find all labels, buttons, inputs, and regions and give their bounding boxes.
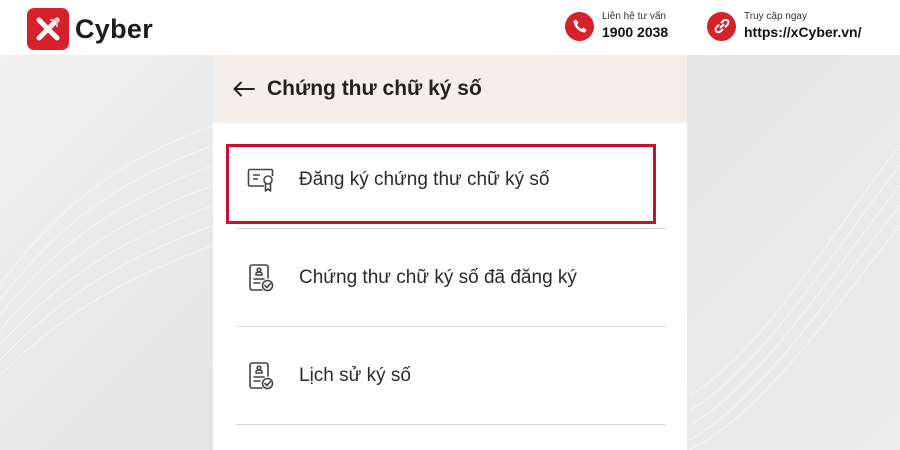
page-title: Chứng thư chữ ký số	[267, 77, 482, 100]
website-url: https://xCyber.vn/	[744, 24, 862, 40]
link-icon	[707, 11, 736, 41]
menu-item-registered-certificates[interactable]: Chứng thư chữ ký số đã đăng ký	[236, 229, 666, 327]
screen-header: Chứng thư chữ ký số	[213, 55, 687, 123]
website-label: Truy cập ngay	[744, 11, 807, 22]
logo-x-icon	[27, 8, 69, 50]
document-check-icon	[246, 361, 276, 391]
phone-screen: Chứng thư chữ ký số Đăng ký chứng thư ch…	[213, 55, 687, 450]
highlight-box	[226, 144, 656, 224]
brand-name: Cyber	[75, 13, 154, 44]
brand-logo[interactable]: Cyber	[27, 8, 153, 50]
divider	[236, 424, 666, 425]
phone-icon	[565, 11, 594, 41]
document-check-icon	[246, 263, 276, 293]
hotline-contact[interactable]: Liên hệ tư vấn 1900 2038	[565, 10, 668, 42]
hotline-number: 1900 2038	[602, 24, 669, 40]
website-contact[interactable]: Truy cập ngay https://xCyber.vn/	[707, 10, 861, 42]
hotline-label: Liên hệ tư vấn	[602, 11, 666, 22]
menu-item-signing-history[interactable]: Lịch sử ký số	[236, 327, 666, 425]
top-header: Cyber Liên hệ tư vấn 1900 2038 Truy cập …	[0, 0, 900, 55]
menu-item-label: Lịch sử ký số	[299, 365, 411, 386]
menu-item-label: Chứng thư chữ ký số đã đăng ký	[299, 267, 577, 288]
back-arrow-icon[interactable]	[233, 78, 255, 100]
